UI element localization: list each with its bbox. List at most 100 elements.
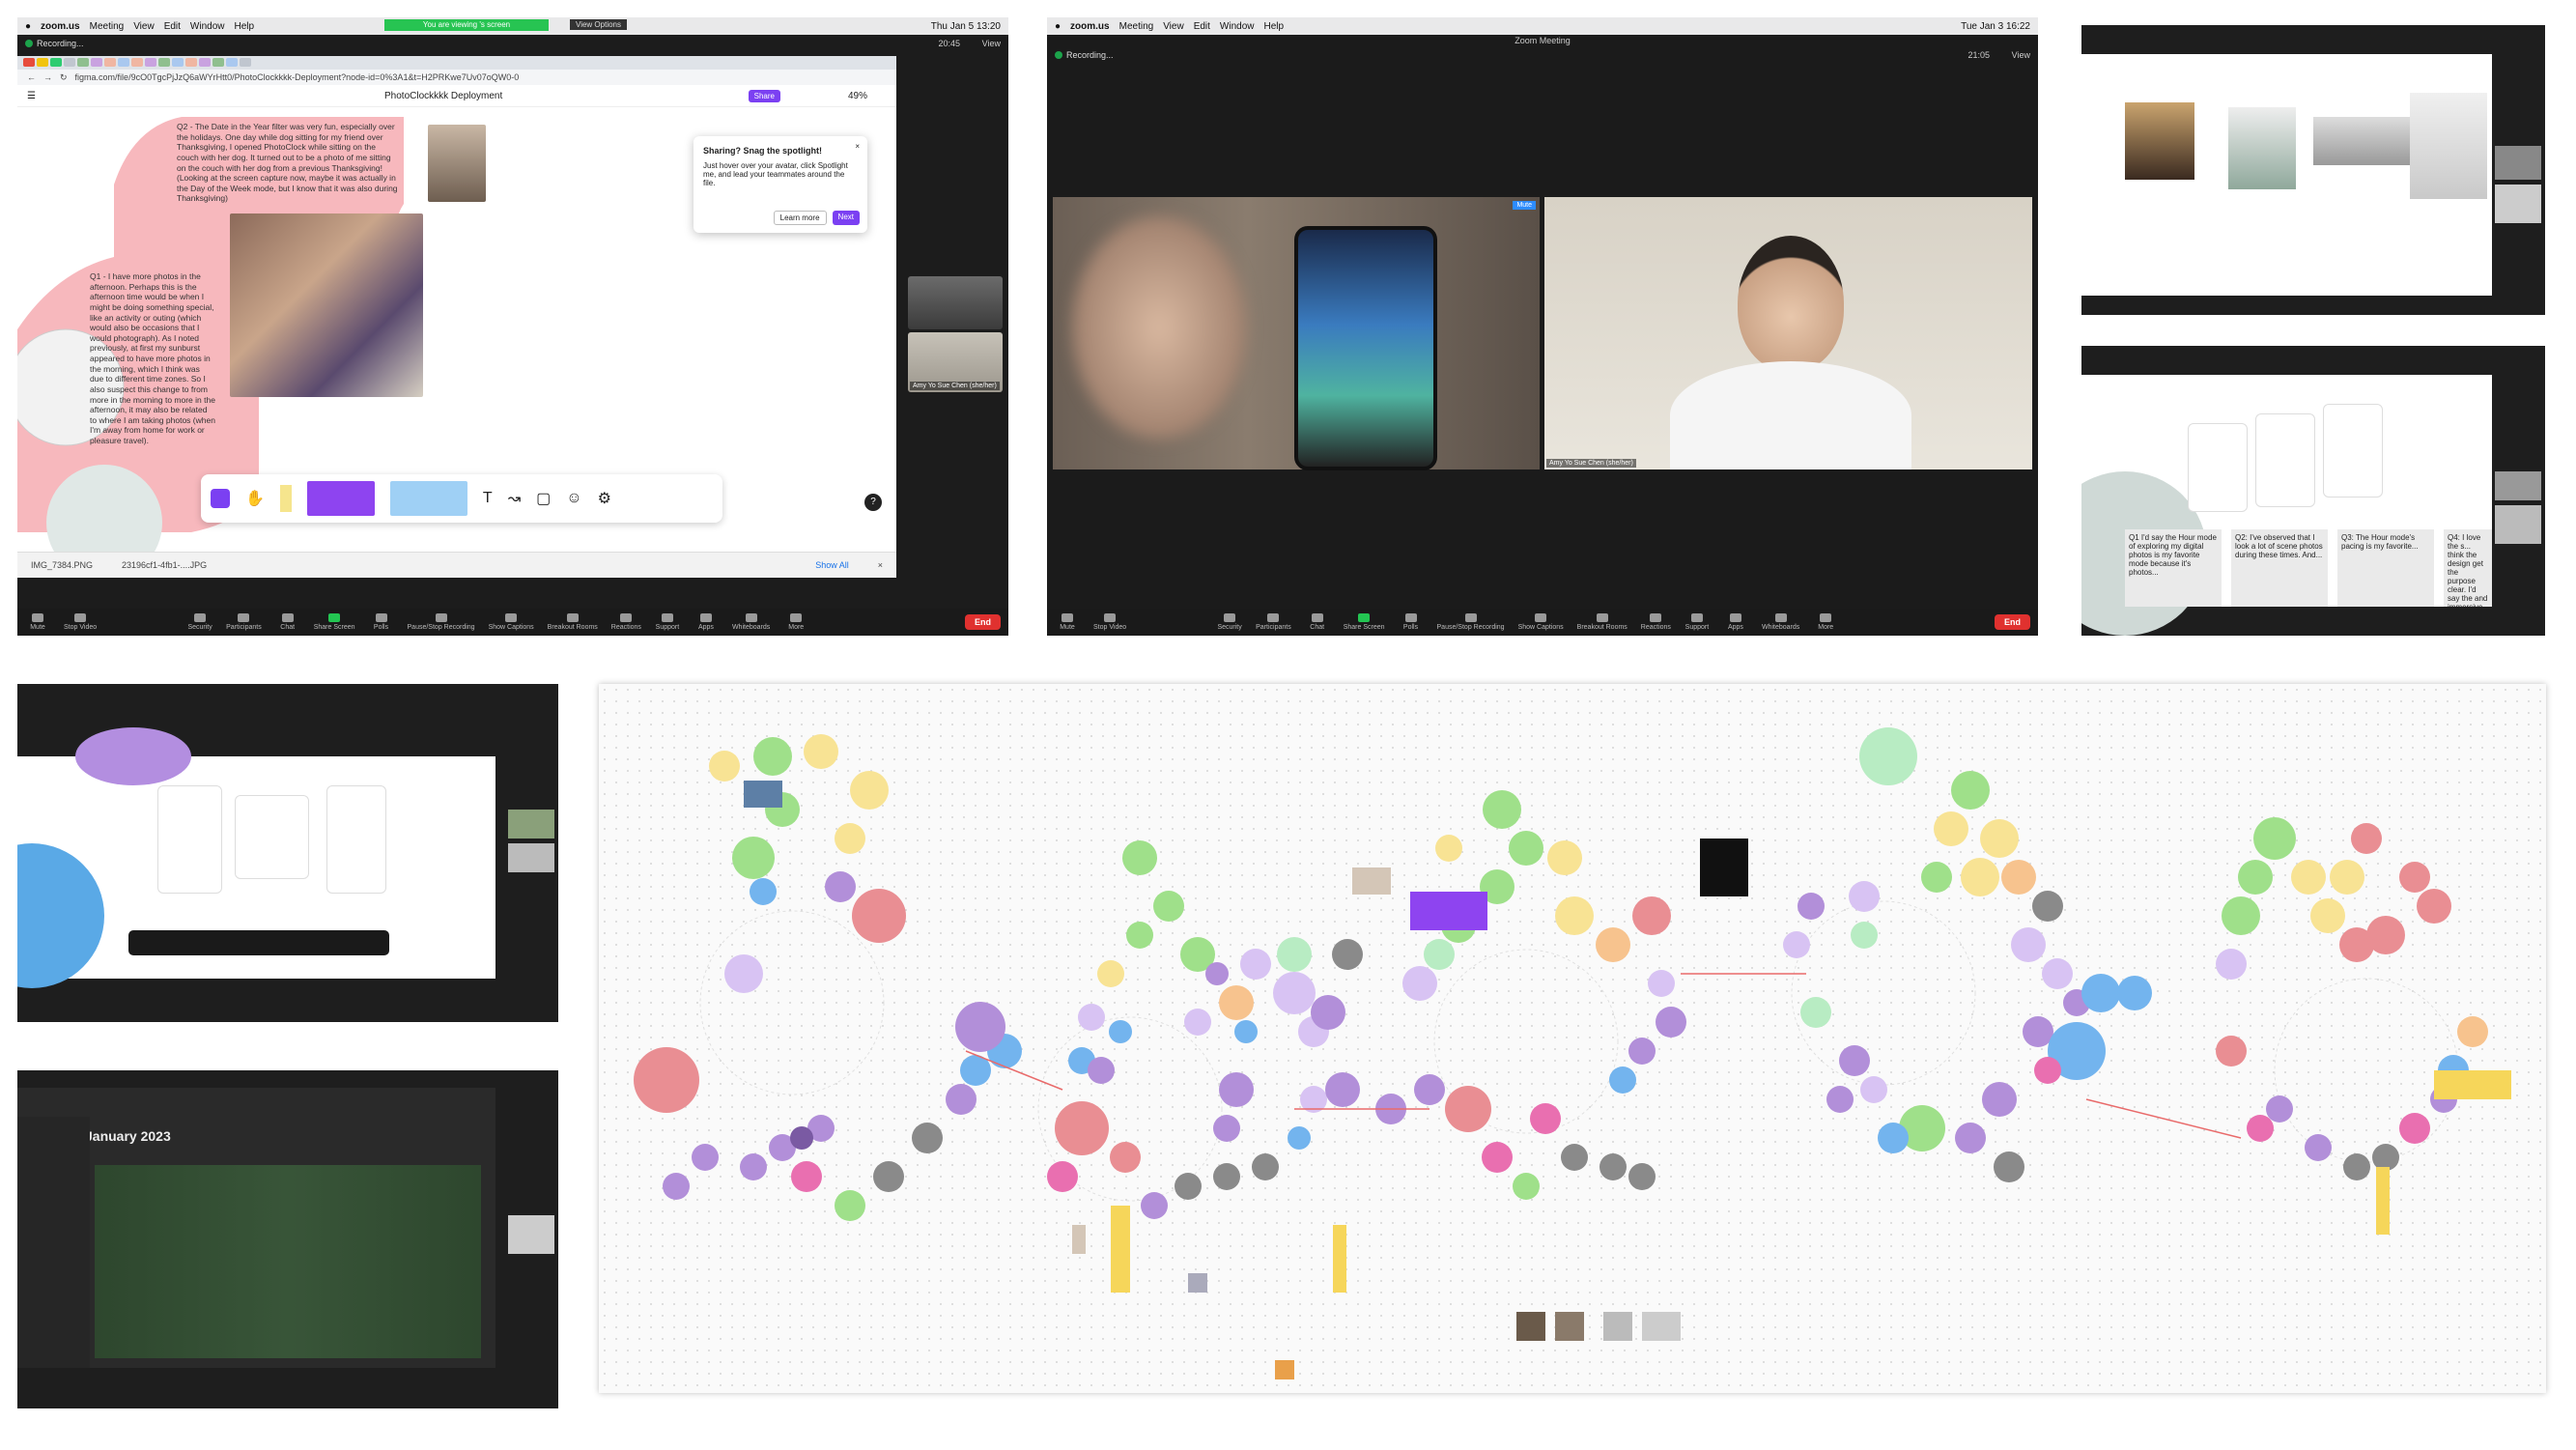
- share-screen-button-2[interactable]: Share Screen: [1344, 613, 1385, 631]
- connector-tool-icon[interactable]: ↝: [508, 489, 521, 508]
- breakout-button[interactable]: Breakout Rooms: [548, 613, 598, 631]
- menu-view[interactable]: View: [133, 21, 155, 32]
- sticky-tool-icon[interactable]: [389, 481, 467, 516]
- reactions-button-2[interactable]: Reactions: [1641, 613, 1671, 631]
- mini-participant-4[interactable]: [2495, 505, 2541, 544]
- apps-button-2[interactable]: Apps: [1723, 613, 1748, 631]
- zoom-level[interactable]: 49%: [848, 91, 867, 101]
- app-name[interactable]: zoom.us: [41, 21, 80, 32]
- menu-help-2[interactable]: Help: [1264, 21, 1285, 32]
- figma-menu-icon[interactable]: ☰: [27, 91, 36, 101]
- back-icon[interactable]: ←: [27, 72, 36, 82]
- mini-participant-7[interactable]: [508, 1215, 554, 1254]
- menu-meeting-2[interactable]: Meeting: [1119, 21, 1154, 32]
- figma-file-title[interactable]: PhotoClockkkk Deployment: [384, 91, 502, 101]
- end-button-2[interactable]: End: [1995, 614, 2030, 630]
- reactions-button[interactable]: Reactions: [611, 613, 641, 631]
- share-button[interactable]: Share: [748, 89, 780, 102]
- cursor-tool-icon[interactable]: [211, 489, 230, 508]
- mini-participant-6[interactable]: [508, 843, 554, 872]
- view-button[interactable]: View: [982, 39, 1001, 48]
- menu-meeting[interactable]: Meeting: [90, 21, 125, 32]
- mini-participant-2[interactable]: [2495, 185, 2541, 223]
- menu-help[interactable]: Help: [235, 21, 255, 32]
- download-item-1[interactable]: IMG_7384.PNG: [31, 560, 93, 570]
- figma-canvas[interactable]: Q2 - The Date in the Year filter was ver…: [17, 107, 896, 555]
- close-downloads-icon[interactable]: ×: [878, 560, 883, 570]
- apps-button[interactable]: Apps: [694, 613, 719, 631]
- view-button-2[interactable]: View: [2012, 50, 2030, 60]
- polls-button-2[interactable]: Polls: [1399, 613, 1424, 631]
- participants-button[interactable]: Participants: [226, 613, 262, 631]
- url-text[interactable]: figma.com/file/9cO0TgcPjJzQ6aWYrHtt0/Pho…: [75, 72, 520, 82]
- recording-indicator-2[interactable]: Recording...: [1055, 50, 1114, 60]
- forward-icon[interactable]: →: [43, 72, 52, 82]
- security-button[interactable]: Security: [187, 613, 212, 631]
- support-button[interactable]: Support: [655, 613, 680, 631]
- reload-icon[interactable]: ↻: [60, 72, 68, 83]
- stop-video-button[interactable]: Stop Video: [64, 613, 97, 631]
- section-tool-icon[interactable]: ▢: [536, 489, 551, 508]
- show-all-link[interactable]: Show All: [815, 560, 849, 570]
- download-item-2[interactable]: 23196cf1-4fb1-....JPG: [122, 560, 207, 570]
- affinity-sticky-bubble: [1561, 1144, 1588, 1171]
- mini-participant-5[interactable]: [508, 810, 554, 839]
- app-name-2[interactable]: zoom.us: [1070, 21, 1110, 32]
- security-button-2[interactable]: Security: [1217, 613, 1242, 631]
- affinity-sticky-bubble: [2372, 1144, 2399, 1171]
- learn-more-button[interactable]: Learn more: [773, 211, 827, 225]
- mini-participant-3[interactable]: [2495, 471, 2541, 500]
- menu-window[interactable]: Window: [190, 21, 225, 32]
- menu-view-2[interactable]: View: [1163, 21, 1184, 32]
- mini-participant-1[interactable]: [2495, 146, 2541, 180]
- menu-edit[interactable]: Edit: [164, 21, 181, 32]
- recording-button[interactable]: Pause/Stop Recording: [408, 613, 475, 631]
- video-tile-self[interactable]: Amy Yo Sue Chen (she/her): [1544, 197, 2032, 469]
- participant-video-1[interactable]: [908, 276, 1003, 329]
- widgets-tool-icon[interactable]: ⚙: [598, 489, 611, 508]
- stop-video-label-2: Stop Video: [1093, 624, 1127, 631]
- mute-button-2[interactable]: Mute: [1055, 613, 1080, 631]
- apple-icon[interactable]: ●: [25, 21, 31, 32]
- browser-tabs[interactable]: [17, 56, 896, 70]
- affinity-whiteboard[interactable]: [599, 684, 2546, 1393]
- participant-video-2[interactable]: Amy Yo Sue Chen (she/her): [908, 332, 1003, 392]
- end-button[interactable]: End: [965, 614, 1001, 630]
- whiteboards-button-2[interactable]: Whiteboards: [1762, 613, 1799, 631]
- text-tool-icon[interactable]: T: [483, 490, 493, 507]
- mute-button[interactable]: Mute: [25, 613, 50, 631]
- meeting-timer: 20:45: [938, 39, 960, 48]
- marker-tool-icon[interactable]: [279, 485, 292, 512]
- breakout-button-2[interactable]: Breakout Rooms: [1577, 613, 1628, 631]
- address-bar[interactable]: ← → ↻ figma.com/file/9cO0TgcPjJzQ6aWYrHt…: [17, 70, 896, 85]
- support-button-2[interactable]: Support: [1684, 613, 1710, 631]
- whiteboards-button[interactable]: Whiteboards: [732, 613, 770, 631]
- apple-icon-2[interactable]: ●: [1055, 21, 1061, 32]
- video-tile-participant[interactable]: Mute: [1053, 197, 1540, 470]
- more-button-2[interactable]: More: [1813, 613, 1838, 631]
- shape-tool-icon[interactable]: [306, 481, 375, 516]
- view-options-button[interactable]: View Options: [570, 19, 627, 30]
- captions-button-2[interactable]: Show Captions: [1518, 613, 1564, 631]
- menu-window-2[interactable]: Window: [1220, 21, 1255, 32]
- more-button[interactable]: More: [783, 613, 808, 631]
- stop-video-button-2[interactable]: Stop Video: [1093, 613, 1126, 631]
- chat-button-2[interactable]: Chat: [1305, 613, 1330, 631]
- participants-button-2[interactable]: Participants: [1256, 613, 1291, 631]
- share-screen-button[interactable]: Share Screen: [314, 613, 355, 631]
- hand-tool-icon[interactable]: ✋: [245, 489, 265, 508]
- stamp-tool-icon[interactable]: ☺: [566, 490, 581, 507]
- affinity-sticky-bubble: [1088, 1057, 1115, 1084]
- chat-button[interactable]: Chat: [275, 613, 300, 631]
- captions-button[interactable]: Show Captions: [489, 613, 534, 631]
- recording-indicator[interactable]: Recording...: [25, 39, 84, 48]
- affinity-sticky-bubble: [732, 837, 775, 879]
- menu-edit-2[interactable]: Edit: [1194, 21, 1210, 32]
- popup-close-icon[interactable]: ×: [855, 142, 860, 151]
- affinity-sticky-bubble: [804, 734, 838, 769]
- next-button[interactable]: Next: [832, 211, 860, 225]
- polls-button[interactable]: Polls: [369, 613, 394, 631]
- recording-button-2[interactable]: Pause/Stop Recording: [1437, 613, 1505, 631]
- board-photo-card: [1555, 1312, 1584, 1341]
- help-icon[interactable]: ?: [864, 494, 882, 511]
